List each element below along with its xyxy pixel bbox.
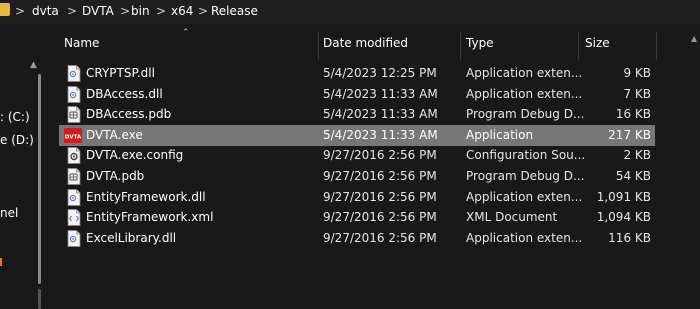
file-row[interactable]: DBAccess.dll 5/4/2023 11:33 AM Application…	[59, 84, 655, 105]
file-date-modified: 5/4/2023 12:25 PM	[323, 66, 437, 80]
file-type: Application exten...	[466, 230, 583, 245]
file-type: Program Debug D...	[466, 107, 584, 122]
file-row[interactable]: EntityFramework.xml 9/27/2016 2:56 PM XML …	[59, 207, 655, 228]
dll-file-icon	[67, 188, 81, 206]
file-date-modified: 9/27/2016 2:56 PM	[323, 169, 437, 183]
chevron-right-icon: >	[15, 4, 26, 18]
file-size: 9 KB	[623, 66, 651, 80]
column-header-name[interactable]: Name	[64, 36, 99, 56]
dvta-icon-text: DVTA	[65, 134, 82, 140]
file-date-modified: 9/27/2016 2:56 PM	[323, 148, 437, 163]
file-type: Application exten...	[466, 189, 583, 204]
nav-scrollbar-thumb[interactable]	[38, 74, 41, 284]
xml-file-icon	[67, 209, 81, 227]
file-type: Application exten...	[466, 66, 583, 80]
breadcrumb-item-DVTA[interactable]: DVTA	[82, 4, 114, 18]
file-size: 7 KB	[623, 86, 651, 101]
file-row[interactable]: DVTA.exe.config 9/27/2016 2:56 PM Configur…	[59, 145, 655, 166]
file-name: ExcelLibrary.dll	[86, 230, 177, 245]
dvta-app-icon: DVTA	[64, 127, 82, 143]
breadcrumb-item-dvta[interactable]: dvta	[32, 4, 59, 18]
breadcrumb-item-bin[interactable]: bin	[131, 4, 150, 18]
file-name: EntityFramework.xml	[86, 210, 214, 225]
chevron-right-icon: >	[198, 4, 209, 18]
file-size: 54 KB	[615, 169, 651, 183]
config-file-icon	[67, 147, 81, 165]
file-date-modified: 9/27/2016 2:56 PM	[323, 230, 437, 245]
file-name: DBAccess.dll	[86, 86, 163, 101]
chevron-right-icon: >	[67, 4, 78, 18]
column-header-size[interactable]: Size	[585, 36, 610, 56]
dll-file-icon	[67, 65, 81, 82]
file-type: XML Document	[466, 210, 558, 225]
nav-item-drive-d[interactable]: e (D:)	[0, 133, 34, 147]
file-row[interactable]: DBAccess.pdb 5/4/2023 11:33 AM Program Deb…	[59, 104, 655, 125]
breadcrumb: > dvta > DVTA > bin > x64 > Release	[0, 0, 700, 24]
file-list-scrollbar[interactable]: ▲	[689, 30, 700, 290]
nav-item-drive-c[interactable]: : (C:)	[0, 110, 30, 124]
file-type: Application exten...	[466, 86, 583, 101]
column-divider[interactable]	[318, 32, 319, 60]
sort-ascending-icon: ⌃	[182, 28, 190, 38]
folder-icon	[0, 3, 10, 16]
file-row[interactable]: EntityFramework.dll 9/27/2016 2:56 PM Appl…	[59, 187, 655, 208]
file-size: 16 KB	[615, 107, 651, 122]
file-type: Program Debug D...	[466, 169, 584, 183]
column-divider[interactable]	[656, 32, 657, 60]
chevron-right-icon: >	[120, 4, 131, 18]
file-row[interactable]: DVTA.pdb 9/27/2016 2:56 PM Program Debug D…	[59, 166, 655, 187]
file-name: DBAccess.pdb	[86, 107, 172, 122]
scroll-up-arrow-icon[interactable]: ▲	[30, 60, 37, 70]
file-row[interactable]: ExcelLibrary.dll 9/27/2016 2:56 PM Applica…	[59, 228, 655, 249]
file-date-modified: 5/4/2023 11:33 AM	[323, 107, 438, 122]
file-date-modified: 5/4/2023 11:33 AM	[323, 127, 438, 142]
file-name: EntityFramework.dll	[86, 189, 206, 204]
scroll-up-arrow-icon[interactable]: ▲	[691, 34, 697, 43]
navigation-pane: ▲ : (C:) e (D:) nel	[0, 24, 44, 309]
file-size: 217 KB	[608, 127, 651, 142]
file-name: DVTA.exe	[86, 127, 143, 142]
column-header-type[interactable]: Type	[466, 36, 494, 56]
file-row[interactable]: CRYPTSP.dll 5/4/2023 12:25 PM Application …	[59, 63, 655, 84]
column-divider[interactable]	[578, 32, 579, 60]
nav-item-control-panel[interactable]: nel	[0, 206, 18, 220]
breadcrumb-item-release[interactable]: Release	[211, 4, 258, 18]
file-size: 116 KB	[608, 230, 651, 245]
file-size: 2 KB	[623, 148, 651, 163]
nav-item-marker	[0, 258, 2, 266]
dll-file-icon	[67, 229, 81, 247]
breadcrumb-item-x64[interactable]: x64	[171, 4, 193, 18]
file-date-modified: 5/4/2023 11:33 AM	[323, 86, 438, 101]
pdb-file-icon	[67, 168, 81, 185]
file-row[interactable]: DVTA DVTA.exe 5/4/2023 11:33 AM Application…	[59, 124, 655, 146]
chevron-right-icon: >	[156, 4, 167, 18]
column-divider[interactable]	[460, 32, 461, 60]
pdb-file-icon	[67, 106, 81, 124]
file-type: Application	[466, 127, 534, 142]
file-size: 1,094 KB	[596, 210, 651, 225]
file-name: DVTA.exe.config	[86, 148, 184, 163]
file-date-modified: 9/27/2016 2:56 PM	[323, 189, 437, 204]
file-size: 1,091 KB	[596, 189, 651, 204]
file-name: DVTA.pdb	[86, 169, 145, 183]
file-name: CRYPTSP.dll	[86, 66, 155, 80]
dll-file-icon	[67, 85, 81, 103]
file-type: Configuration Sou...	[466, 148, 584, 163]
nav-scrollbar-track[interactable]	[38, 289, 41, 309]
column-header-date-modified[interactable]: Date modified	[323, 36, 408, 56]
file-date-modified: 9/27/2016 2:56 PM	[323, 210, 437, 225]
